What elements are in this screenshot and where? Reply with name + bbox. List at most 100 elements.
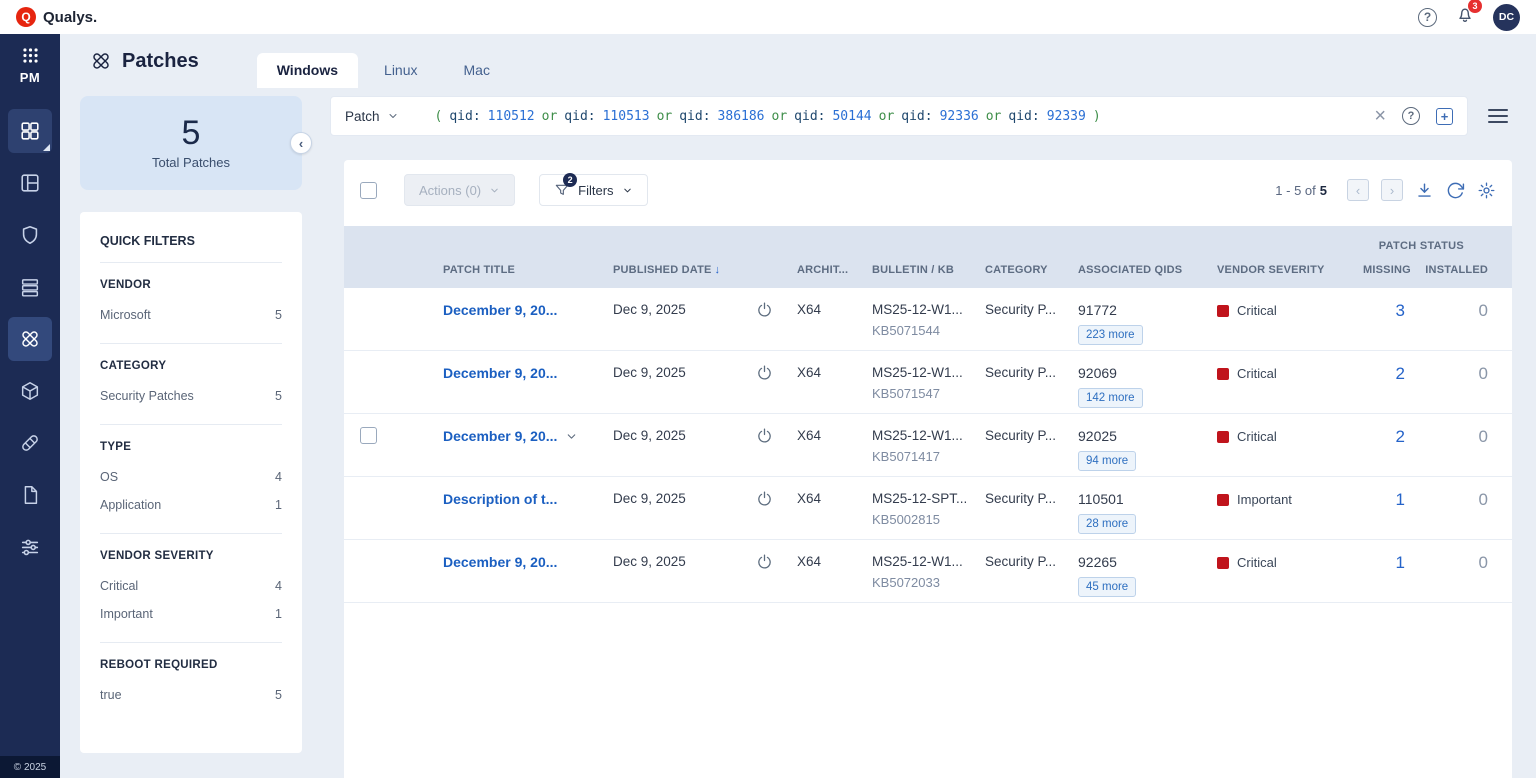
filter-item-critical[interactable]: Critical4 xyxy=(100,572,282,600)
chevron-down-icon xyxy=(622,185,633,196)
sidebar-item-reports[interactable] xyxy=(8,473,52,517)
tab-mac[interactable]: Mac xyxy=(444,53,510,88)
tab-linux[interactable]: Linux xyxy=(364,53,437,88)
search-bar[interactable]: Patch (qid:110512orqid:110513orqid:38618… xyxy=(330,96,1468,136)
sidebar-item-security[interactable] xyxy=(8,213,52,257)
query-token: or xyxy=(542,109,558,124)
qids-more-badge[interactable]: 28 more xyxy=(1078,514,1136,534)
tab-windows[interactable]: Windows xyxy=(257,53,358,88)
patch-title-link[interactable]: December 9, 20... xyxy=(443,302,557,318)
col-associated-qids[interactable]: ASSOCIATED QIDS xyxy=(1078,264,1217,276)
patch-catalog-icon xyxy=(19,432,41,454)
module-picker[interactable]: PM xyxy=(20,46,41,85)
table-row[interactable]: December 9, 20...Dec 9, 2025X64MS25-12-W… xyxy=(344,351,1512,414)
col-installed[interactable]: INSTALLED xyxy=(1423,264,1512,276)
quick-filters-title: QUICK FILTERS xyxy=(100,226,282,263)
add-query-icon[interactable]: + xyxy=(1436,108,1453,125)
qids-more-badge[interactable]: 45 more xyxy=(1078,577,1136,597)
filter-group-type: TYPEOS4Application1 xyxy=(100,425,282,534)
severity-label: Critical xyxy=(1237,303,1277,318)
query-token: 92339 xyxy=(1047,109,1086,124)
severity-indicator xyxy=(1217,557,1229,569)
qids-more-badge[interactable]: 94 more xyxy=(1078,451,1136,471)
filter-item-security-patches[interactable]: Security Patches5 xyxy=(100,382,282,410)
missing-count[interactable]: 2 xyxy=(1363,414,1423,447)
col-missing[interactable]: MISSING xyxy=(1363,264,1423,276)
sidebar-item-patch-catalog[interactable] xyxy=(8,421,52,465)
toolbar-right: 1 - 5 of5 ‹ › xyxy=(1275,179,1496,201)
search-icons: × ? + xyxy=(1374,106,1453,126)
filter-item-application[interactable]: Application1 xyxy=(100,491,282,519)
sidebar-item-apps[interactable] xyxy=(8,109,52,153)
query-token: 50144 xyxy=(832,109,871,124)
filter-item-important[interactable]: Important1 xyxy=(100,600,282,628)
published-date: Dec 9, 2025 xyxy=(613,288,748,317)
topbar: Q Qualys. ? 3 DC xyxy=(0,0,1536,34)
col-vendor-severity[interactable]: VENDOR SEVERITY xyxy=(1217,264,1363,276)
architecture: X64 xyxy=(797,477,872,506)
query-input[interactable]: (qid:110512orqid:110513orqid:386186orqid… xyxy=(435,109,1363,124)
download-icon[interactable] xyxy=(1415,181,1434,200)
notifications-button[interactable]: 3 xyxy=(1455,5,1475,30)
missing-count[interactable]: 1 xyxy=(1363,477,1423,510)
row-checkbox[interactable] xyxy=(360,427,377,444)
reboot-required-icon xyxy=(756,364,773,381)
brand[interactable]: Q Qualys. xyxy=(16,7,97,27)
quick-filters: QUICK FILTERS VENDORMicrosoft5CATEGORYSe… xyxy=(80,212,302,753)
prev-page-button[interactable]: ‹ xyxy=(1347,179,1369,201)
filters-button[interactable]: 2 Filters xyxy=(539,174,647,206)
col-architecture[interactable]: ARCHIT... xyxy=(797,264,872,276)
patch-title-link[interactable]: Description of t... xyxy=(443,491,557,507)
filter-item-microsoft[interactable]: Microsoft5 xyxy=(100,301,282,329)
sidebar-item-patches[interactable] xyxy=(8,317,52,361)
sidebar-item-configuration[interactable] xyxy=(8,525,52,569)
col-bulletin-kb[interactable]: BULLETIN / KB xyxy=(872,264,985,276)
col-published-date[interactable]: PUBLISHED DATE↓ xyxy=(613,264,748,276)
query-token: qid: xyxy=(794,109,825,124)
patch-title-link[interactable]: December 9, 20... xyxy=(443,554,557,570)
architecture: X64 xyxy=(797,540,872,569)
menu-icon[interactable] xyxy=(1488,109,1508,123)
reboot-required-icon xyxy=(756,553,773,570)
query-token: 386186 xyxy=(718,109,765,124)
bulletin: MS25-12-SPT... xyxy=(872,491,977,506)
configuration-icon xyxy=(19,536,41,558)
select-all-checkbox[interactable] xyxy=(360,182,377,199)
page-header: Patches WindowsLinuxMac xyxy=(60,34,1536,88)
patch-title-link[interactable]: December 9, 20... xyxy=(443,365,557,381)
table-row[interactable]: December 9, 20...Dec 9, 2025X64MS25-12-W… xyxy=(344,540,1512,603)
col-patch-title[interactable]: PATCH TITLE xyxy=(443,264,613,276)
sidebar-item-dashboard[interactable] xyxy=(8,161,52,205)
missing-count[interactable]: 1 xyxy=(1363,540,1423,573)
patch-title-link[interactable]: December 9, 20... xyxy=(443,428,557,444)
collapse-panel-button[interactable]: ‹ xyxy=(290,132,312,154)
architecture: X64 xyxy=(797,351,872,380)
table-row[interactable]: Description of t...Dec 9, 2025X64MS25-12… xyxy=(344,477,1512,540)
query-token: or xyxy=(772,109,788,124)
table-row[interactable]: December 9, 20...Dec 9, 2025X64MS25-12-W… xyxy=(344,414,1512,477)
actions-button[interactable]: Actions (0) xyxy=(404,174,515,206)
help-icon[interactable]: ? xyxy=(1418,8,1437,27)
table-row[interactable]: December 9, 20...Dec 9, 2025X64MS25-12-W… xyxy=(344,288,1512,351)
missing-count[interactable]: 2 xyxy=(1363,351,1423,384)
filter-item-label: Important xyxy=(100,607,153,621)
missing-count[interactable]: 3 xyxy=(1363,288,1423,321)
bulletin: MS25-12-W1... xyxy=(872,554,977,569)
search-help-icon[interactable]: ? xyxy=(1402,107,1420,125)
settings-gear-icon[interactable] xyxy=(1477,181,1496,200)
row-expand-chevron-icon[interactable] xyxy=(565,430,578,443)
next-page-button[interactable]: › xyxy=(1381,179,1403,201)
kb-number: KB5002815 xyxy=(872,512,977,527)
sidebar-item-packages[interactable] xyxy=(8,369,52,413)
qids-more-badge[interactable]: 223 more xyxy=(1078,325,1143,345)
search-scope-selector[interactable]: Patch xyxy=(345,109,399,124)
user-avatar[interactable]: DC xyxy=(1493,4,1520,31)
filter-item-true[interactable]: true5 xyxy=(100,681,282,709)
qids-more-badge[interactable]: 142 more xyxy=(1078,388,1143,408)
clear-search-icon[interactable]: × xyxy=(1374,106,1386,126)
col-category[interactable]: CATEGORY xyxy=(985,264,1078,276)
installed-count: 0 xyxy=(1423,477,1512,510)
filter-item-os[interactable]: OS4 xyxy=(100,463,282,491)
sidebar-item-assets[interactable] xyxy=(8,265,52,309)
refresh-icon[interactable] xyxy=(1446,181,1465,200)
